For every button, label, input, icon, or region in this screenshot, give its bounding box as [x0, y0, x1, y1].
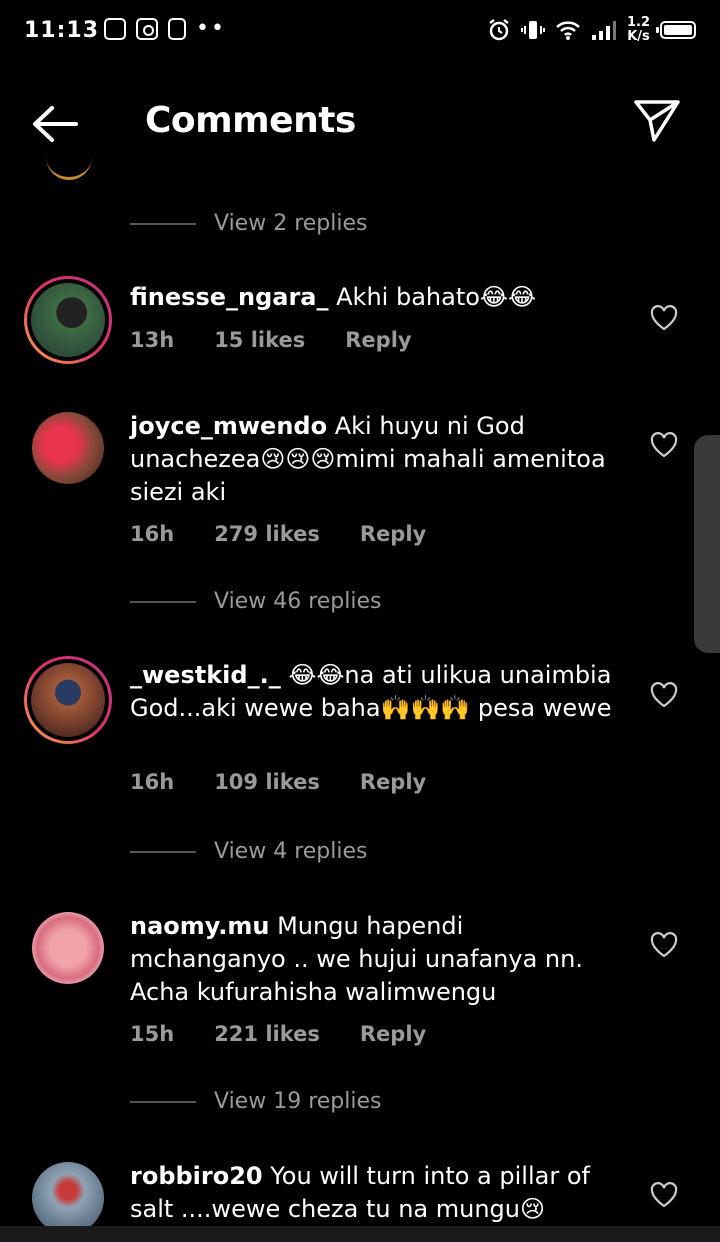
view-replies-label: View 46 replies	[214, 589, 382, 614]
heart-icon[interactable]	[650, 932, 678, 958]
reply-button[interactable]: Reply	[360, 770, 426, 794]
scrollbar-thumb[interactable]	[694, 435, 720, 653]
comment-text: Akhi bahato😂😂	[336, 283, 537, 311]
comment-body: robbiro20 You will turn into a pillar of…	[130, 1160, 625, 1226]
avatar[interactable]	[32, 1162, 104, 1234]
comment-meta: 16h 109 likes Reply	[130, 770, 426, 794]
heart-icon[interactable]	[650, 1182, 678, 1208]
comment-body: naomy.mu Mungu hapendi mchanganyo .. we …	[130, 910, 625, 1009]
replies-divider	[130, 600, 196, 603]
heart-icon[interactable]	[650, 432, 678, 458]
comment-time: 16h	[130, 770, 175, 794]
comment-username[interactable]: _westkid_._	[130, 661, 281, 689]
comment-body: joyce_mwendo Aki huyu ni God unachezea😢😢…	[130, 410, 625, 509]
view-replies-label: View 2 replies	[214, 211, 368, 236]
comment-username[interactable]: finesse_ngara_	[130, 283, 329, 311]
comment-meta: 15h 221 likes Reply	[130, 1022, 426, 1046]
reply-button[interactable]: Reply	[360, 522, 426, 546]
comment-username[interactable]: joyce_mwendo	[130, 412, 327, 440]
reply-button[interactable]: Reply	[345, 328, 411, 352]
view-replies-button[interactable]: View 19 replies	[130, 1089, 381, 1114]
comment-username[interactable]: robbiro20	[130, 1162, 263, 1190]
heart-icon[interactable]	[650, 305, 678, 331]
view-replies-label: View 4 replies	[214, 839, 368, 864]
comment-body: finesse_ngara_ Akhi bahato😂😂	[130, 281, 625, 314]
heart-icon[interactable]	[650, 682, 678, 708]
avatar[interactable]	[24, 276, 112, 364]
replies-divider	[130, 1100, 196, 1103]
comment-time: 15h	[130, 1022, 175, 1046]
avatar[interactable]	[32, 412, 104, 484]
comment-username[interactable]: naomy.mu	[130, 912, 269, 940]
avatar-image	[31, 663, 105, 737]
comments-list: View 2 replies finesse_ngara_ Akhi bahat…	[0, 0, 720, 1242]
comment-time: 13h	[130, 328, 175, 352]
view-replies-label: View 19 replies	[214, 1089, 382, 1114]
replies-divider	[130, 850, 196, 853]
avatar-image	[31, 283, 105, 357]
bottom-edge	[0, 1226, 720, 1242]
replies-divider	[130, 222, 196, 225]
comment-likes[interactable]: 109 likes	[214, 770, 320, 794]
comment-time: 16h	[130, 522, 175, 546]
view-replies-button[interactable]: View 46 replies	[130, 589, 381, 614]
comment-body: _westkid_._ 😂😂na ati ulikua unaimbia God…	[130, 659, 625, 725]
comment-meta: 13h 15 likes Reply	[130, 328, 412, 352]
comment-likes[interactable]: 221 likes	[214, 1022, 320, 1046]
comment-likes[interactable]: 279 likes	[214, 522, 320, 546]
comment-meta: 16h 279 likes Reply	[130, 522, 426, 546]
comment-likes[interactable]: 15 likes	[214, 328, 305, 352]
avatar[interactable]	[32, 912, 104, 984]
view-replies-button[interactable]: View 2 replies	[130, 211, 367, 236]
avatar[interactable]	[24, 656, 112, 744]
view-replies-button[interactable]: View 4 replies	[130, 839, 367, 864]
reply-button[interactable]: Reply	[360, 1022, 426, 1046]
